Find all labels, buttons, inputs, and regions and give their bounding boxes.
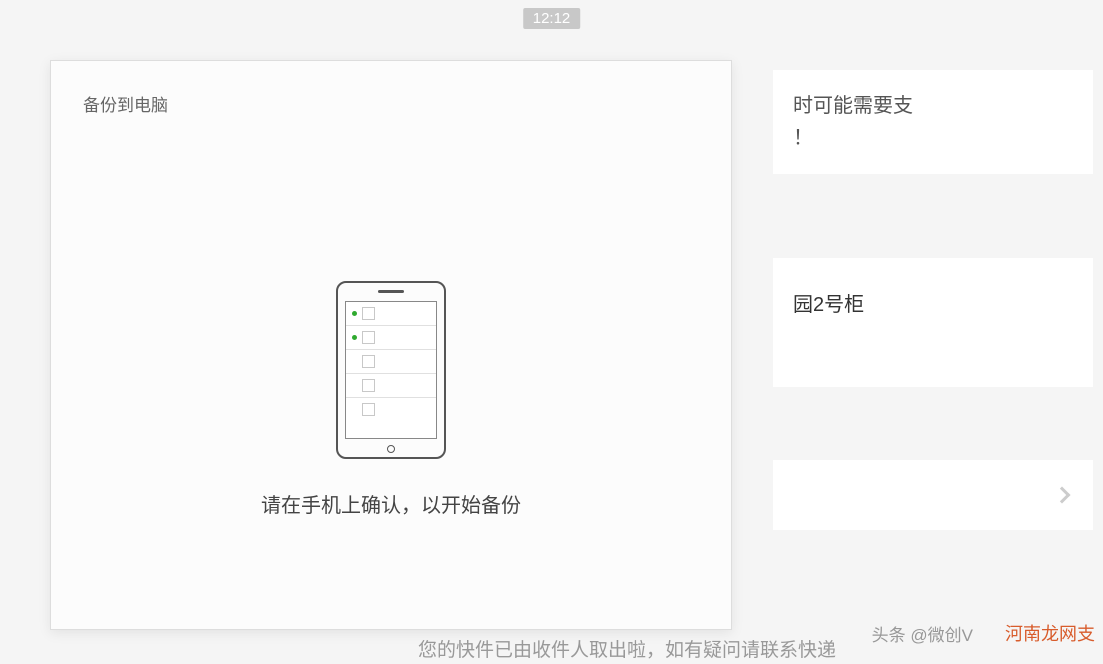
empty-dot-icon xyxy=(352,359,357,364)
square-icon xyxy=(362,307,375,320)
phone-list-row xyxy=(346,350,436,374)
message-text-line2: ！ xyxy=(793,122,1073,154)
phone-speaker-icon xyxy=(378,290,404,293)
phone-list-row xyxy=(346,326,436,350)
notification-subtitle: 您的快件已由收件人取出啦，如有疑问请联系快递 xyxy=(418,635,836,662)
backup-modal: 备份到电脑 请在手机 xyxy=(50,60,732,630)
modal-title: 备份到电脑 xyxy=(83,91,168,116)
empty-dot-icon xyxy=(352,383,357,388)
green-dot-icon xyxy=(352,335,357,340)
modal-instruction-text: 请在手机上确认，以开始备份 xyxy=(261,489,521,518)
message-card-fragment-middle: 园2号柜 xyxy=(773,258,1093,387)
phone-list-row xyxy=(346,302,436,326)
message-text-line1: 时可能需要支 xyxy=(793,90,1073,122)
phone-list-row xyxy=(346,398,436,421)
phone-screen-icon xyxy=(345,301,437,439)
message-text-line3: 园2号柜 xyxy=(793,288,1073,317)
timestamp-badge: 12:12 xyxy=(523,8,581,29)
phone-list-row xyxy=(346,374,436,398)
message-card-fragment-top: 时可能需要支 ！ xyxy=(773,70,1093,174)
watermark-text-gray: 头条 @微创V xyxy=(872,621,973,646)
square-icon xyxy=(362,403,375,416)
chevron-right-icon xyxy=(1054,487,1071,504)
message-card-link-row[interactable] xyxy=(773,460,1093,530)
square-icon xyxy=(362,331,375,344)
green-dot-icon xyxy=(352,311,357,316)
watermark-text-orange: 河南龙网支 xyxy=(1005,620,1095,646)
square-icon xyxy=(362,379,375,392)
phone-home-button-icon xyxy=(387,445,395,453)
square-icon xyxy=(362,355,375,368)
phone-illustration-icon xyxy=(336,281,446,459)
empty-dot-icon xyxy=(352,407,357,412)
